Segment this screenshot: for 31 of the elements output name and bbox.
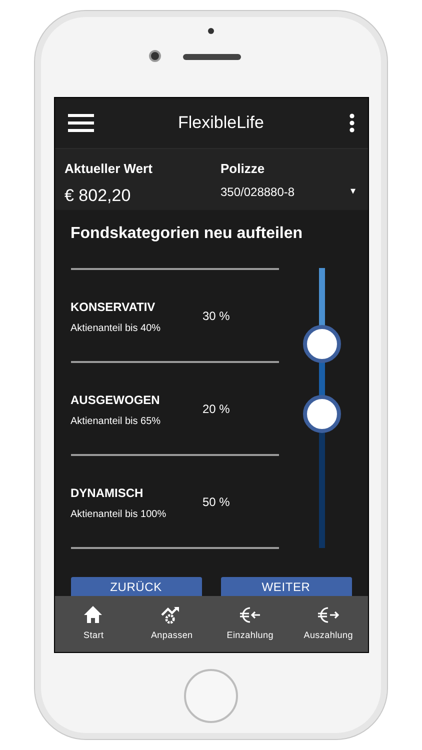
euro-arrow-left-icon — [239, 605, 262, 625]
camera-icon — [149, 50, 161, 62]
nav-button[interactable]: ZURÜCK — [70, 577, 202, 596]
menu-icon[interactable] — [68, 114, 94, 132]
percent-value: 20 % — [202, 401, 230, 418]
app-title: FlexibleLife — [178, 112, 264, 134]
category-name: AUSGEWOGEN — [70, 392, 161, 409]
percent-value: 50 % — [202, 494, 230, 511]
nav-item[interactable]: Anpassen — [150, 629, 193, 642]
value-label: Aktueller Wert — [64, 160, 154, 178]
category-subtitle: Aktienanteil bis 40% — [70, 322, 162, 336]
speaker-icon — [183, 54, 241, 60]
current-value: € 802,20 — [64, 184, 132, 206]
nav-item[interactable]: Start — [84, 629, 104, 642]
euro-arrow-right-icon — [317, 605, 340, 625]
nav-item[interactable]: Einzahlung — [226, 629, 274, 642]
home-icon — [82, 605, 105, 625]
policy-label: Polizze — [220, 160, 266, 178]
category-name: KONSERVATIV — [70, 299, 156, 316]
slider-thumb[interactable] — [302, 324, 340, 363]
nav-button[interactable]: WEITER — [220, 577, 352, 596]
section-heading: Fondskategorien neu aufteilen — [70, 224, 304, 244]
slider-thumb[interactable] — [302, 394, 340, 433]
category-name: DYNAMISCH — [70, 485, 144, 502]
percent-value: 30 % — [202, 308, 230, 325]
nav-item[interactable]: Auszahlung — [304, 629, 354, 642]
policy-dropdown[interactable]: 350/028880-8 ▾ — [220, 182, 358, 200]
category-subtitle: Aktienanteil bis 65% — [70, 415, 162, 429]
category-subtitle: Aktienanteil bis 100% — [70, 508, 168, 522]
more-icon[interactable] — [348, 113, 354, 133]
sensor-icon — [208, 28, 214, 34]
